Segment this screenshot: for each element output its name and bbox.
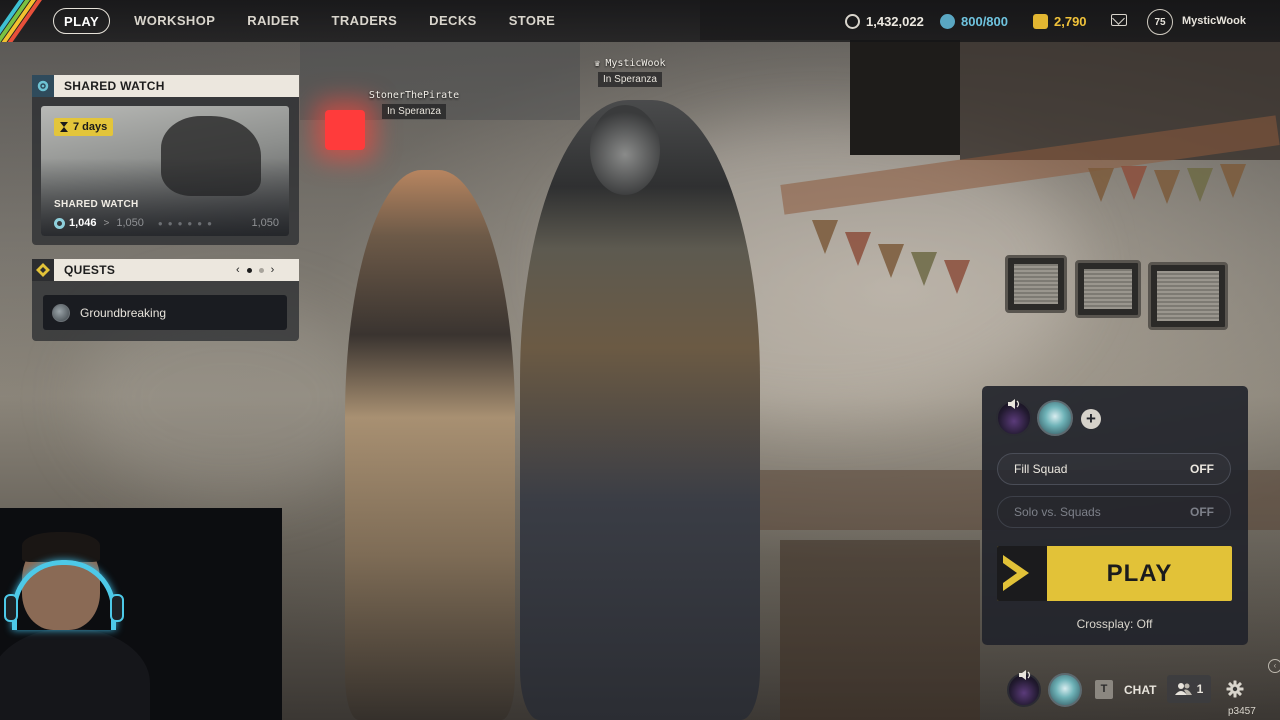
mail-icon[interactable] bbox=[1111, 14, 1127, 26]
solo-vs-squads-label: Solo vs. Squads bbox=[1014, 505, 1101, 519]
play-button-label: PLAY bbox=[1106, 560, 1173, 587]
credits-icon bbox=[845, 13, 860, 29]
solo-vs-squads-value: OFF bbox=[1190, 505, 1214, 519]
energy-icon bbox=[940, 13, 955, 29]
shared-watch-card[interactable]: 7 days SHARED WATCH 1,046 > 1,050 ●●●●●●… bbox=[41, 106, 289, 236]
player-level-badge[interactable]: 75 bbox=[1147, 9, 1173, 35]
page-dot-active[interactable] bbox=[246, 267, 252, 273]
chevron-left-icon[interactable]: ‹ bbox=[1268, 659, 1280, 673]
username[interactable]: MysticWook bbox=[1182, 0, 1246, 42]
energy-value: 800/800 bbox=[961, 13, 1008, 29]
quest-label: Groundbreaking bbox=[80, 305, 167, 320]
nav-tab-traders[interactable]: TRADERS bbox=[320, 8, 410, 34]
chat-keybind: T bbox=[1095, 680, 1113, 699]
progress-current: 1,046 bbox=[69, 217, 97, 229]
speaker-icon bbox=[1008, 399, 1020, 409]
nav-tab-decks[interactable]: DECKS bbox=[417, 8, 489, 34]
fill-squad-label: Fill Squad bbox=[1014, 462, 1068, 476]
nav-tab-play[interactable]: PLAY bbox=[53, 8, 111, 34]
player-name: StonerThePirate bbox=[368, 90, 460, 101]
settings-button[interactable] bbox=[1220, 675, 1250, 703]
time-remaining-badge: 7 days bbox=[54, 118, 114, 136]
nav-tab-workshop[interactable]: WORKSHOP bbox=[122, 8, 227, 34]
progress-track: ●●●●●● bbox=[157, 218, 217, 228]
add-squad-member-button[interactable]: + bbox=[1081, 409, 1101, 429]
hourglass-icon bbox=[60, 122, 68, 132]
chat-button[interactable]: CHAT bbox=[1124, 683, 1156, 697]
quests-diamond-icon bbox=[32, 259, 54, 281]
crown-icon: ♛ bbox=[594, 59, 606, 69]
tokens-value: 2,790 bbox=[1054, 13, 1087, 29]
chevron-right-icon: > bbox=[103, 217, 110, 229]
party-member-avatar[interactable] bbox=[1048, 673, 1082, 707]
friends-count: 1 bbox=[1196, 682, 1204, 696]
time-remaining-text: 7 days bbox=[73, 121, 108, 133]
fill-squad-toggle[interactable]: Fill Squad OFF bbox=[997, 453, 1231, 485]
play-arrow-icon bbox=[997, 546, 1047, 601]
tokens-counter[interactable]: 2,790 bbox=[1033, 0, 1087, 42]
friends-button[interactable]: 1 bbox=[1167, 675, 1211, 703]
shared-watch-progress: 1,046 > 1,050 ●●●●●● 1,050 bbox=[54, 216, 279, 230]
player-tag-stonerthepirate: StonerThePirate In Speranza bbox=[358, 90, 470, 119]
page-dot[interactable] bbox=[258, 267, 264, 273]
logo-stripes bbox=[0, 0, 42, 42]
quest-icon bbox=[52, 303, 70, 322]
fill-squad-value: OFF bbox=[1190, 462, 1214, 476]
build-version: p3457 bbox=[1228, 706, 1256, 717]
solo-vs-squads-toggle[interactable]: Solo vs. Squads OFF bbox=[997, 496, 1231, 528]
quest-item[interactable]: Groundbreaking bbox=[43, 295, 287, 330]
speaker-icon bbox=[1019, 670, 1031, 680]
player-location: In Speranza bbox=[598, 72, 662, 87]
gear-icon bbox=[1226, 680, 1244, 698]
player-tag-mysticwook: ♛ MysticWook In Speranza bbox=[580, 58, 680, 87]
tokens-icon bbox=[1033, 13, 1048, 29]
shared-watch-header: SHARED WATCH bbox=[32, 75, 299, 97]
top-navigation-bar: PLAY WORKSHOP RAIDER TRADERS DECKS STORE… bbox=[0, 0, 1280, 42]
player-location: In Speranza bbox=[382, 104, 446, 119]
energy-counter[interactable]: 800/800 bbox=[940, 0, 1008, 42]
nav-tab-raider[interactable]: RAIDER bbox=[235, 8, 311, 34]
main-menu: PLAY WORKSHOP RAIDER TRADERS DECKS STORE bbox=[53, 8, 575, 34]
chevron-right-icon[interactable]: › bbox=[271, 264, 275, 276]
progress-goal: 1,050 bbox=[251, 217, 279, 229]
streamer-webcam bbox=[0, 508, 282, 720]
progress-gear-icon bbox=[54, 217, 65, 229]
player-name: MysticWook bbox=[605, 58, 666, 69]
friends-icon bbox=[1174, 683, 1192, 695]
chevron-left-icon[interactable]: ‹ bbox=[236, 264, 240, 276]
squad-member-avatar[interactable] bbox=[1037, 400, 1073, 436]
credits-counter[interactable]: 1,432,022 bbox=[845, 0, 924, 42]
play-button[interactable]: PLAY bbox=[997, 546, 1232, 601]
credits-value: 1,432,022 bbox=[866, 13, 924, 29]
progress-next: 1,050 bbox=[116, 217, 144, 229]
shared-watch-gear-icon bbox=[32, 75, 54, 97]
quests-pager: ‹ › bbox=[236, 264, 274, 276]
nav-tab-store[interactable]: STORE bbox=[497, 8, 568, 34]
crossplay-status: Crossplay: Off bbox=[1076, 617, 1153, 631]
card-title: SHARED WATCH bbox=[54, 199, 139, 210]
